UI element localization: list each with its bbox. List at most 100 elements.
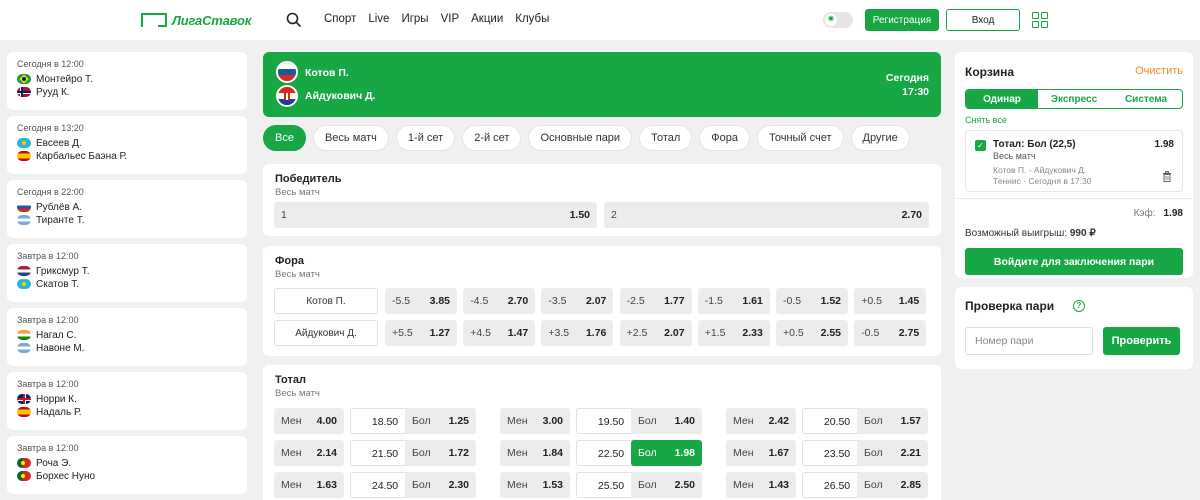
total-under-odd[interactable]: Мен 1.84	[500, 440, 570, 466]
handicap-odd[interactable]: +5.5 1.27	[385, 320, 457, 346]
clear-slip-link[interactable]: Очистить	[1135, 65, 1183, 77]
nav-item-1[interactable]: Live	[368, 13, 389, 25]
total-over-odd[interactable]: Бол 2.85	[857, 472, 928, 498]
total-under-odd[interactable]: Мен 4.00	[274, 408, 344, 434]
filter-pill-0[interactable]: Все	[263, 125, 306, 151]
search-icon[interactable]	[286, 12, 302, 28]
total-under-odd[interactable]: Мен 1.63	[274, 472, 344, 498]
possible-win-label: Возможный выигрыш:	[965, 228, 1068, 239]
handicap-odd[interactable]: -3.5 2.07	[541, 288, 614, 314]
check-bet-button[interactable]: Проверить	[1103, 327, 1180, 355]
handicap-odd[interactable]: -4.5 2.70	[463, 288, 536, 314]
handicap-odd-value: 1.27	[429, 327, 450, 339]
match-card[interactable]: Сегодня в 22:00 Рублёв А. Тиранте Т.	[7, 180, 247, 238]
total-under-odd[interactable]: Мен 2.42	[726, 408, 796, 434]
match-team-row: Рублёв А.	[17, 201, 237, 213]
handicap-odd[interactable]: -1.5 1.61	[697, 288, 770, 314]
total-over-value: 2.21	[900, 447, 921, 459]
team-name: Евсеев Д.	[36, 137, 82, 149]
total-under-value: 2.42	[768, 415, 789, 427]
apps-grid-icon[interactable]	[1032, 12, 1048, 28]
team-name: Скатов Т.	[36, 278, 80, 290]
handicap-odd[interactable]: +1.5 2.33	[697, 320, 770, 346]
total-under-value: 1.43	[768, 479, 789, 491]
total-under-label: Мен	[281, 447, 302, 459]
help-icon[interactable]: ?	[1073, 300, 1085, 312]
handicap-odd-value: 2.07	[585, 295, 607, 307]
theme-toggle[interactable]: ✷	[823, 12, 853, 28]
handicap-odd[interactable]: -2.5 1.77	[619, 288, 692, 314]
match-card[interactable]: Завтра в 12:00 Гриксмур Т. Скатов Т.	[7, 244, 247, 302]
nav-item-2[interactable]: Игры	[401, 13, 428, 25]
match-time: Завтра в 12:00	[17, 315, 79, 325]
total-under-odd[interactable]: Мен 1.43	[726, 472, 796, 498]
handicap-odd[interactable]: -0.5 1.52	[776, 288, 848, 314]
slip-bet-odd: 1.98	[1154, 139, 1174, 150]
filter-pill-5[interactable]: Тотал	[639, 125, 693, 151]
team-name: Рууд К.	[36, 86, 70, 98]
filter-pill-6[interactable]: Фора	[699, 125, 750, 151]
match-card[interactable]: Сегодня в 13:20 Евсеев Д. Карбальес Баэна …	[7, 116, 247, 174]
bet-type-tab-2[interactable]: Система	[1110, 90, 1182, 108]
handicap-odd-value: 3.85	[429, 295, 450, 307]
total-over-odd-selected[interactable]: Бол 1.98	[631, 440, 702, 466]
flag-ru-icon	[17, 202, 31, 212]
total-under-label: Мен	[507, 479, 528, 491]
bet-number-input[interactable]	[965, 327, 1093, 355]
filter-pill-1[interactable]: Весь матч	[312, 125, 389, 151]
handicap-odd[interactable]: +0.5 2.55	[776, 320, 848, 346]
total-over-odd[interactable]: Бол 2.21	[857, 440, 928, 466]
handicap-odd-value: 2.75	[898, 327, 920, 339]
total-under-value: 2.14	[316, 447, 337, 459]
total-under-value: 1.67	[768, 447, 789, 459]
coef-value: 1.98	[1163, 208, 1183, 219]
handicap-line: +2.5	[626, 327, 648, 339]
filter-pill-2[interactable]: 1-й сет	[395, 125, 456, 151]
total-under-odd[interactable]: Мен 1.67	[726, 440, 796, 466]
handicap-odd[interactable]: +2.5 2.07	[619, 320, 692, 346]
trash-icon[interactable]	[1162, 171, 1172, 182]
filter-pill-7[interactable]: Точный счет	[756, 125, 844, 151]
total-under-value: 4.00	[316, 415, 337, 427]
handicap-line: -3.5	[548, 295, 567, 307]
bet-type-tab-0[interactable]: Одинар	[966, 90, 1038, 108]
total-under-odd[interactable]: Мен 1.53	[500, 472, 570, 498]
match-card[interactable]: Завтра в 12:00 Норри К. Надаль Р.	[7, 372, 247, 430]
total-over-odd[interactable]: Бол 1.25	[405, 408, 476, 434]
total-under-odd[interactable]: Мен 3.00	[500, 408, 570, 434]
bet-type-tab-1[interactable]: Экспресс	[1038, 90, 1110, 108]
filter-pill-3[interactable]: 2-й сет	[462, 125, 522, 151]
register-button[interactable]: Регистрация	[865, 9, 939, 31]
winner-odd-1[interactable]: 1 1.50	[274, 202, 597, 228]
nav-item-5[interactable]: Клубы	[515, 13, 549, 25]
event-time: 17:30	[902, 86, 929, 98]
handicap-odd[interactable]: +0.5 1.45	[854, 288, 927, 314]
login-to-bet-button[interactable]: Войдите для заключения пари	[965, 248, 1183, 275]
filter-pill-4[interactable]: Основные пари	[528, 125, 633, 151]
total-over-odd[interactable]: Бол 2.50	[631, 472, 702, 498]
remove-all-link[interactable]: Снять все	[965, 115, 1007, 125]
filter-pill-8[interactable]: Другие	[850, 125, 910, 151]
total-over-odd[interactable]: Бол 1.72	[405, 440, 476, 466]
handicap-odd[interactable]: -5.5 3.85	[385, 288, 457, 314]
nav-item-3[interactable]: VIP	[441, 13, 460, 25]
login-button[interactable]: Вход	[946, 9, 1020, 31]
flag-gb-icon	[17, 394, 31, 404]
total-over-odd[interactable]: Бол 2.30	[405, 472, 476, 498]
match-card[interactable]: Завтра в 12:00 Роча Э. Борхес Нуно	[7, 436, 247, 494]
checkbox-checked-icon[interactable]: ✓	[975, 140, 986, 151]
total-over-odd[interactable]: Бол 1.40	[631, 408, 702, 434]
match-card[interactable]: Завтра в 12:00 Нагал С. Навоне М.	[7, 308, 247, 366]
total-under-odd[interactable]: Мен 2.14	[274, 440, 344, 466]
handicap-line: -0.5	[861, 327, 880, 339]
match-card[interactable]: Сегодня в 12:00 Монтейро Т. Рууд К.	[7, 52, 247, 110]
winner-odd-2[interactable]: 2 2.70	[604, 202, 929, 228]
handicap-odd[interactable]: -0.5 2.75	[854, 320, 927, 346]
logo[interactable]: ЛигаСтавок	[141, 11, 251, 29]
nav-item-0[interactable]: Спорт	[324, 13, 356, 25]
handicap-odd[interactable]: +3.5 1.76	[541, 320, 614, 346]
nav-item-4[interactable]: Акции	[471, 13, 503, 25]
total-over-value: 1.40	[674, 415, 695, 427]
handicap-odd[interactable]: +4.5 1.47	[463, 320, 536, 346]
total-over-odd[interactable]: Бол 1.57	[857, 408, 928, 434]
